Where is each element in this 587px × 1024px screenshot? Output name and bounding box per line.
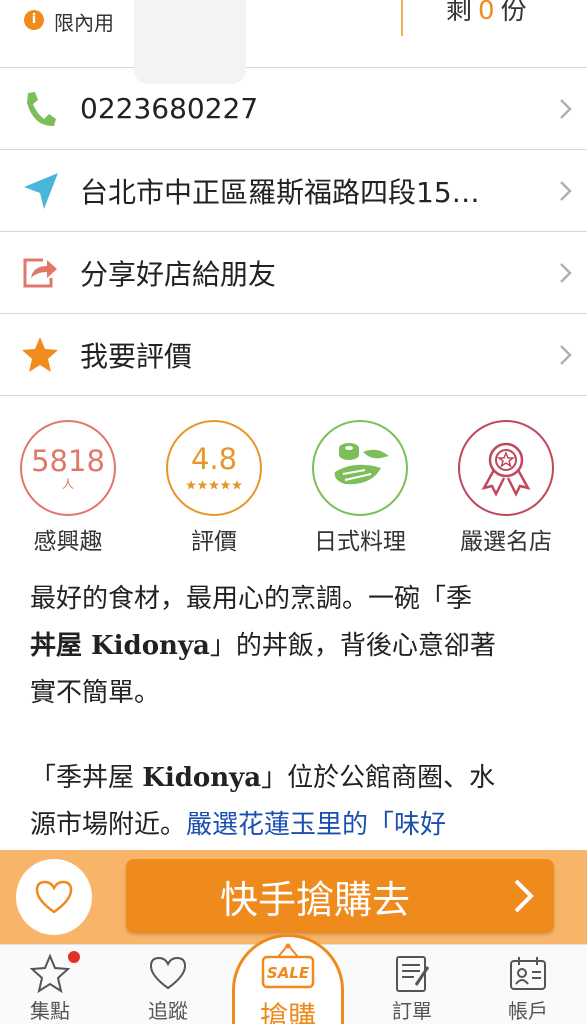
review-text: 我要評價 <box>80 339 193 373</box>
remain-suffix: 份 <box>500 0 527 26</box>
desc-text: 」位於公館商圈、水 <box>261 763 496 793</box>
desc-text: 源市場附近。 <box>30 810 187 840</box>
heart-outline-icon <box>149 956 187 990</box>
sale-text: SALE <box>267 964 310 982</box>
tab-orders[interactable]: 訂單 <box>362 945 462 1024</box>
favorite-button[interactable] <box>16 859 92 935</box>
desc-link[interactable]: 嚴選花蓮玉里的「味好 <box>186 810 446 840</box>
quick-buy-label: 快手搶購去 <box>219 877 410 922</box>
star-outline-icon <box>30 953 70 993</box>
rating-stars-icon <box>186 475 242 494</box>
remaining-count: 剩0份 <box>446 0 527 27</box>
quick-buy-button[interactable]: 快手搶購去 <box>126 859 554 933</box>
share-icon <box>0 232 80 314</box>
chevron-right-icon <box>545 262 587 284</box>
info-icon: i <box>24 10 44 30</box>
divider <box>401 0 403 36</box>
desc-store-name: Kidonya <box>142 763 262 793</box>
remain-prefix: 剩 <box>446 0 473 26</box>
location-arrow-icon <box>0 150 80 232</box>
description-paragraph: 「季丼屋 Kidonya」位於公館商圈、水 源市場附近。嚴選花蓮玉里的「味好 <box>30 755 560 849</box>
phone-icon <box>0 68 80 150</box>
stat-cuisine[interactable]: 日式料理 <box>294 418 424 558</box>
sushi-icon <box>312 420 408 516</box>
cuisine-label: 日式料理 <box>314 529 406 555</box>
rating-circle: 4.8 <box>166 420 262 516</box>
page: i 限內用 剩0份 0223680227 台北市中正區羅斯福路四段15… 分享好… <box>0 0 587 1024</box>
review-row[interactable]: 我要評價 <box>0 314 587 396</box>
tab-account[interactable]: 帳戶 <box>478 945 578 1024</box>
award-ribbon-icon <box>458 420 554 516</box>
store-description: 最好的食材，最用心的烹調。一碗「季 丼屋 Kidonya」的丼飯，背後心意卻著 … <box>30 576 560 887</box>
stat-award[interactable]: 嚴選名店 <box>440 418 570 558</box>
chevron-right-icon <box>545 344 587 366</box>
share-text: 分享好店給朋友 <box>80 257 277 291</box>
chevron-right-icon <box>545 98 587 120</box>
order-list-icon <box>396 956 430 992</box>
tab-points[interactable]: 集點 <box>0 945 100 1024</box>
desc-text: 實不簡單。 <box>30 678 161 708</box>
star-icon <box>0 314 80 396</box>
phone-row[interactable]: 0223680227 <box>0 68 587 150</box>
desc-text: 」的丼飯，背後心意卻著 <box>209 631 496 661</box>
tab-label: 追蹤 <box>148 999 188 1023</box>
limit-label: 限內用 <box>54 11 114 35</box>
tab-label: 訂單 <box>392 999 432 1023</box>
desc-text: 「季丼屋 <box>30 763 143 793</box>
notification-dot <box>68 951 80 963</box>
rating-label: 評價 <box>191 529 237 555</box>
desc-store-name: 丼屋 Kidonya <box>30 631 210 661</box>
address-text: 台北市中正區羅斯福路四段15… <box>80 175 480 209</box>
store-stats: 5818 人 感興趣 4.8 評價 日式料理 嚴選名店 <box>0 418 587 558</box>
chevron-right-icon <box>545 180 587 202</box>
phone-number: 0223680227 <box>80 92 259 125</box>
tab-label: 搶購 <box>259 1000 316 1024</box>
remain-number: 0 <box>478 0 495 26</box>
rating-value: 4.8 <box>190 441 238 476</box>
tab-label: 集點 <box>30 999 70 1023</box>
desc-text: 最好的食材，最用心的烹調。一碗「季 <box>30 584 473 614</box>
account-card-icon <box>510 957 546 990</box>
tab-label: 帳戶 <box>508 999 548 1023</box>
share-row[interactable]: 分享好店給朋友 <box>0 232 587 314</box>
award-label: 嚴選名店 <box>460 529 552 555</box>
sale-sign-icon: SALE <box>261 943 315 989</box>
interest-label: 感興趣 <box>33 529 103 555</box>
tab-follow[interactable]: 追蹤 <box>118 945 218 1024</box>
interest-unit: 人 <box>61 477 74 491</box>
address-row[interactable]: 台北市中正區羅斯福路四段15… <box>0 150 587 232</box>
stat-interest[interactable]: 5818 人 感興趣 <box>2 418 132 558</box>
deal-info-strip: i 限內用 剩0份 <box>0 0 587 84</box>
chevron-right-icon <box>494 878 554 914</box>
interest-count: 5818 <box>31 444 105 478</box>
heart-icon <box>35 880 73 914</box>
buy-bar: 快手搶購去 <box>0 850 587 944</box>
stat-rating[interactable]: 4.8 評價 <box>148 418 278 558</box>
description-paragraph: 最好的食材，最用心的烹調。一碗「季 丼屋 Kidonya」的丼飯，背後心意卻著 … <box>30 576 560 717</box>
interest-circle: 5818 人 <box>20 420 116 516</box>
